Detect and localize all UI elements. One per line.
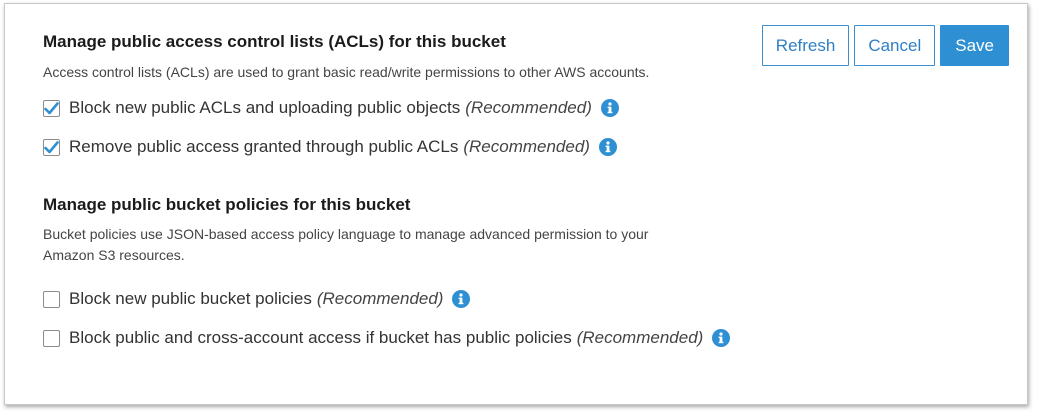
check-icon <box>44 101 59 114</box>
acl-section-title: Manage public access control lists (ACLs… <box>43 32 506 51</box>
policy-section-description-line2: Amazon S3 resources. <box>43 247 185 263</box>
option-label: Block public and cross-account access if… <box>69 328 572 347</box>
option-label: Block new public ACLs and uploading publ… <box>69 98 461 117</box>
cancel-button[interactable]: Cancel <box>854 25 936 66</box>
option-block-cross-account-access[interactable]: Block public and cross-account access if… <box>43 326 731 350</box>
refresh-button[interactable]: Refresh <box>761 25 850 66</box>
info-icon[interactable] <box>452 290 471 308</box>
option-remove-public-access-acls[interactable]: Remove public access granted through pub… <box>43 135 649 159</box>
option-block-new-public-bucket-policies[interactable]: Block new public bucket policies (Recomm… <box>43 287 730 311</box>
check-icon <box>44 140 59 153</box>
info-icon[interactable] <box>600 99 619 117</box>
info-icon[interactable] <box>712 329 731 347</box>
recommended-note: (Recommended) <box>576 328 704 347</box>
acl-section-description: Access control lists (ACLs) are used to … <box>43 64 650 80</box>
block-cross-account-access-checkbox[interactable] <box>43 329 60 347</box>
recommended-note: (Recommended) <box>465 98 592 117</box>
option-block-new-public-acls[interactable]: Block new public ACLs and uploading publ… <box>43 96 649 120</box>
acl-section: Manage public access control lists (ACLs… <box>43 32 649 159</box>
option-label: Block new public bucket policies <box>69 289 312 308</box>
save-button[interactable]: Save <box>940 25 1009 66</box>
block-new-public-bucket-policies-checkbox[interactable] <box>43 290 60 308</box>
policy-section-title: Manage public bucket policies for this b… <box>43 195 411 214</box>
policy-section: Manage public bucket policies for this b… <box>43 195 731 350</box>
recommended-note: (Recommended) <box>463 137 590 156</box>
recommended-note: (Recommended) <box>316 289 444 308</box>
action-buttons: Refresh Cancel Save <box>761 25 1009 66</box>
info-icon[interactable] <box>598 138 617 156</box>
block-new-public-acls-checkbox[interactable] <box>43 99 60 117</box>
option-label: Remove public access granted through pub… <box>69 137 459 156</box>
policy-section-description-line1: Bucket policies use JSON-based access po… <box>43 226 649 242</box>
remove-public-access-acls-checkbox[interactable] <box>43 138 60 156</box>
public-access-settings-panel: Refresh Cancel Save Manage public access… <box>4 3 1028 405</box>
